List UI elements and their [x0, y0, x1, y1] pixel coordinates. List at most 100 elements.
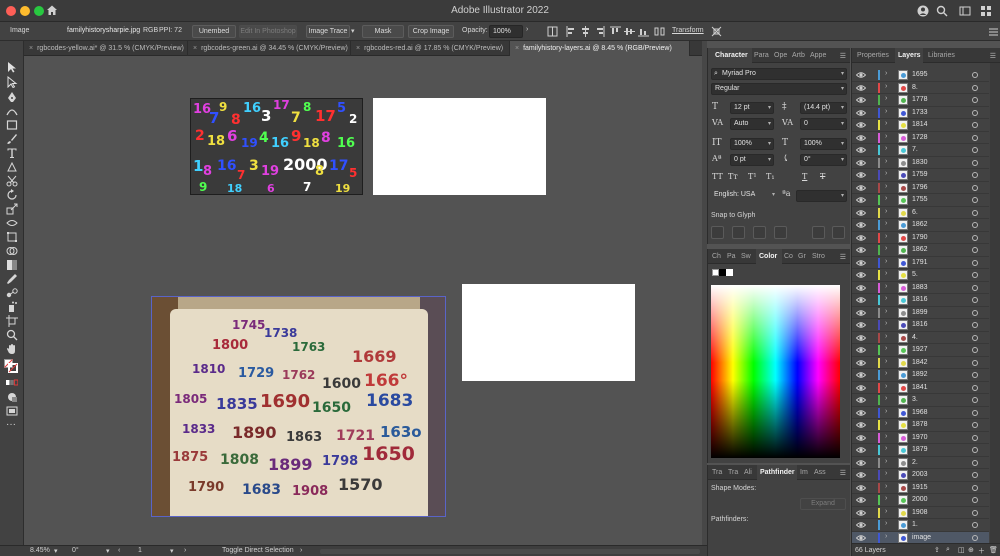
snap-anchor-point-icon[interactable] — [832, 226, 845, 239]
panel-menu-icon[interactable]: ☰ — [840, 52, 846, 60]
layer-target-icon[interactable] — [972, 447, 978, 453]
artboard-dropdown-icon[interactable]: ▾ — [170, 547, 174, 555]
tab-artboards[interactable]: Artb — [792, 48, 808, 63]
opacity-input[interactable]: 100% — [489, 25, 523, 38]
layer-row[interactable]: › 1841 — [852, 382, 989, 394]
layer-target-icon[interactable] — [972, 397, 978, 403]
edit-toolbar-icon[interactable]: ··· — [6, 420, 18, 433]
layer-name[interactable]: 1968 — [912, 409, 928, 416]
layer-row[interactable]: › 1862 — [852, 219, 989, 232]
zoom-dropdown-icon[interactable]: ▾ — [54, 547, 58, 555]
visibility-eye-icon[interactable] — [856, 145, 866, 155]
visibility-eye-icon[interactable] — [856, 70, 866, 80]
color-mode-icons[interactable] — [6, 377, 18, 389]
rotation-dropdown-icon[interactable]: ▾ — [106, 547, 110, 555]
expand-layer-icon[interactable]: › — [885, 395, 887, 402]
linked-file-name[interactable]: familyhistorysharpie.jpg — [67, 27, 140, 34]
layer-row[interactable]: › 1755 — [852, 194, 989, 207]
vertical-scale-field[interactable]: 100% ▾ — [730, 138, 774, 150]
paintbrush-tool-icon[interactable] — [6, 133, 18, 145]
layer-target-icon[interactable] — [972, 197, 978, 203]
crop-button[interactable] — [777, 529, 790, 542]
arrange-documents-icon[interactable] — [980, 5, 992, 17]
visibility-eye-icon[interactable] — [856, 345, 866, 355]
layer-target-icon[interactable] — [972, 147, 978, 153]
expand-layer-icon[interactable]: › — [885, 408, 887, 415]
tab-layers[interactable]: Layers — [895, 48, 923, 63]
align-left-icon[interactable] — [566, 26, 577, 37]
expand-layer-icon[interactable]: › — [885, 233, 887, 240]
layer-target-icon[interactable] — [972, 247, 978, 253]
layer-row[interactable]: › 1816 — [852, 319, 989, 332]
layer-name[interactable]: 1814 — [912, 121, 928, 128]
intersect-button[interactable] — [755, 497, 768, 510]
layer-target-icon[interactable] — [972, 84, 978, 91]
layer-name[interactable]: 5. — [912, 271, 918, 278]
tab-color-guide[interactable]: Co — [784, 249, 796, 264]
layer-name[interactable]: 1733 — [912, 109, 928, 116]
tab-color[interactable]: Color — [756, 249, 782, 264]
expand-layer-icon[interactable]: › — [885, 370, 887, 377]
workspace-icon[interactable] — [959, 5, 971, 17]
kerning-field[interactable]: Auto ▾ — [730, 118, 774, 130]
layer-row[interactable]: › 1879 — [852, 444, 989, 457]
layer-target-icon[interactable] — [972, 122, 978, 128]
layer-row[interactable]: › 2. — [852, 457, 989, 469]
tab-swatches[interactable]: Sw — [741, 249, 754, 264]
scale-tool-icon[interactable] — [6, 203, 18, 215]
rotate-tool-icon[interactable] — [6, 189, 18, 201]
hand-tool-icon[interactable] — [6, 343, 18, 355]
layer-target-icon[interactable] — [972, 509, 978, 516]
layer-row[interactable]: › 1759 — [852, 169, 989, 182]
layer-target-icon[interactable] — [972, 347, 978, 353]
visibility-eye-icon[interactable] — [856, 458, 866, 468]
minus-front-button[interactable] — [733, 497, 746, 510]
expand-layer-icon[interactable]: › — [885, 133, 887, 140]
expand-layer-icon[interactable]: › — [885, 433, 887, 440]
shape-builder-tool-icon[interactable] — [6, 245, 18, 257]
color-spectrum[interactable] — [711, 285, 840, 458]
visibility-eye-icon[interactable] — [856, 308, 866, 318]
free-transform-tool-icon[interactable] — [6, 231, 18, 243]
baseline-shift-field[interactable]: 0 pt ▾ — [730, 154, 774, 166]
layer-name[interactable]: 1908 — [912, 509, 928, 516]
expand-layer-icon[interactable]: › — [885, 345, 887, 352]
layer-target-icon[interactable] — [972, 72, 978, 78]
expand-layer-icon[interactable]: › — [885, 83, 887, 90]
artboard-tool-icon[interactable] — [6, 315, 18, 327]
expand-layer-icon[interactable]: › — [885, 258, 887, 265]
layer-target-icon[interactable] — [972, 359, 978, 366]
layer-name[interactable]: 1899 — [912, 309, 928, 316]
direct-selection-tool-icon[interactable] — [6, 76, 18, 88]
layer-target-icon[interactable] — [972, 534, 978, 541]
close-tab-icon[interactable]: × — [29, 45, 33, 52]
layer-row[interactable]: › 1796 — [852, 182, 989, 194]
blank-artboard-4[interactable] — [462, 284, 635, 381]
canvas-horizontal-scrollbar[interactable] — [320, 549, 700, 554]
visibility-eye-icon[interactable] — [856, 408, 866, 418]
layer-row[interactable]: › 1733 — [852, 107, 989, 119]
snap-glyph-settings-icon[interactable] — [834, 210, 847, 223]
layer-name[interactable]: 1879 — [912, 446, 928, 453]
visibility-eye-icon[interactable] — [856, 270, 866, 280]
leading-field[interactable]: (14.4 pt) ▾ — [800, 102, 847, 114]
layer-target-icon[interactable] — [972, 97, 978, 103]
visibility-eye-icon[interactable] — [856, 245, 866, 255]
layer-row[interactable]: › 1915 — [852, 482, 989, 494]
layer-name[interactable]: 1862 — [912, 221, 928, 228]
expand-layer-icon[interactable]: › — [885, 308, 887, 315]
layer-name[interactable]: 1695 — [912, 71, 928, 78]
layer-name[interactable]: 1. — [912, 521, 918, 528]
screen-mode-icon[interactable] — [6, 405, 18, 417]
expand-layer-icon[interactable]: › — [885, 183, 887, 190]
anti-aliasing-dropdown[interactable]: ▾ — [796, 190, 847, 202]
close-tab-icon[interactable]: × — [515, 45, 519, 52]
visibility-eye-icon[interactable] — [856, 195, 866, 205]
layer-target-icon[interactable] — [972, 497, 978, 503]
expand-layer-icon[interactable]: › — [885, 145, 887, 152]
layer-row[interactable]: › 1892 — [852, 369, 989, 382]
layer-row[interactable]: › 3. — [852, 394, 989, 407]
new-sublayer-icon[interactable]: ⊕ — [968, 546, 974, 554]
visibility-eye-icon[interactable] — [856, 208, 866, 218]
layer-target-icon[interactable] — [972, 284, 978, 291]
